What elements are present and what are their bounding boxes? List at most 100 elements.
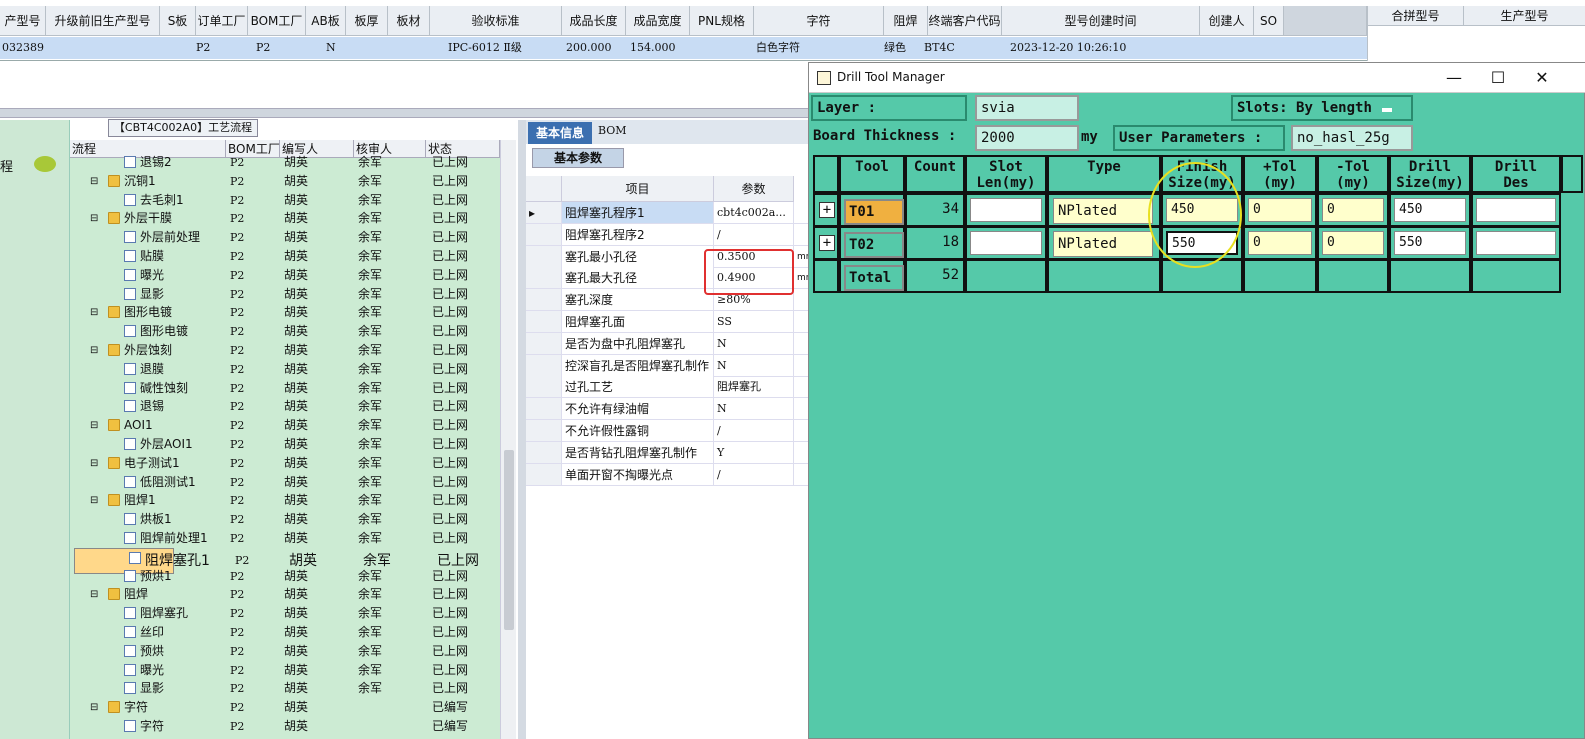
layer-input[interactable]: svia (975, 95, 1079, 121)
tree-row[interactable]: 曝光 P2 胡英 余军 已上网 (70, 266, 500, 285)
drill-size-input[interactable]: 450 (1394, 198, 1466, 222)
tree-row[interactable]: ⊟ AOI1 P2 胡英 余军 已上网 (70, 416, 500, 435)
expander-icon[interactable]: ⊟ (90, 698, 98, 717)
tree-row[interactable]: 外层前处理 P2 胡英 余军 已上网 (70, 228, 500, 247)
drill-table-header[interactable]: Tool (839, 155, 905, 193)
tree-row[interactable]: 去毛刺1 P2 胡英 余军 已上网 (70, 191, 500, 210)
drill-table-header[interactable]: -Tol (my) (1317, 155, 1389, 193)
grid-header[interactable]: 验收标准 (430, 6, 562, 36)
tab-bom[interactable]: BOM (598, 124, 627, 137)
dropdown-icon[interactable] (1382, 108, 1393, 112)
tree-row[interactable]: 显影 P2 胡英 余军 已上网 (70, 285, 500, 304)
drill-des-input[interactable] (1476, 198, 1556, 222)
minimize-icon[interactable]: — (1439, 67, 1469, 89)
grid-header[interactable]: BOM工厂 (248, 6, 306, 36)
tree-row[interactable]: 预烘 P2 胡英 余军 已上网 (70, 642, 500, 661)
param-header-item[interactable]: 项目 (562, 176, 714, 202)
slots-select[interactable]: By length (1296, 100, 1372, 116)
param-value[interactable]: / (714, 223, 794, 246)
user-params-input[interactable]: no_hasl_25g (1291, 125, 1413, 151)
grid-header[interactable]: 成品宽度 (626, 6, 690, 36)
tool-cell[interactable]: T01 (839, 193, 905, 227)
drill-table-header[interactable]: Drill Des (1471, 155, 1561, 193)
expand-plus-icon[interactable]: + (819, 202, 835, 218)
drill-des-input[interactable] (1476, 231, 1556, 255)
param-value[interactable]: cbt4c002a... (714, 202, 794, 224)
tree-row[interactable]: 退膜 P2 胡英 余军 已上网 (70, 360, 500, 379)
tool-button[interactable]: T02 (844, 232, 904, 258)
merge-grid-header[interactable]: 合拼型号 (1368, 6, 1464, 26)
drill-table-header[interactable]: Slot Len(my) (965, 155, 1047, 193)
expander-icon[interactable]: ⊟ (90, 303, 98, 322)
param-value[interactable]: 阻焊塞孔 (714, 376, 794, 399)
tree-row[interactable]: 阻焊前处理1 P2 胡英 余军 已上网 (70, 529, 500, 548)
grid-header[interactable]: 创建人 (1200, 6, 1254, 36)
tree-row[interactable]: 退锡2 P2 胡英 余军 已上网 (70, 153, 500, 172)
expander-icon[interactable]: ⊟ (90, 585, 98, 604)
param-row[interactable]: 单面开窗不掏曝光点 / (526, 463, 808, 486)
grid-header[interactable]: 板材 (388, 6, 430, 36)
grid-header[interactable]: 板厚 (346, 6, 388, 36)
param-value[interactable]: / (714, 420, 794, 442)
minus-tol-input[interactable]: 0 (1322, 198, 1384, 222)
plus-tol-input[interactable]: 0 (1248, 231, 1312, 255)
param-row[interactable]: ▸ 阻焊塞孔程序1 cbt4c002a... (526, 202, 808, 224)
maximize-icon[interactable]: ☐ (1483, 67, 1513, 89)
tree-row[interactable]: 碱性蚀刻 P2 胡英 余军 已上网 (70, 379, 500, 398)
param-row[interactable]: 过孔工艺 阻焊塞孔 (526, 376, 808, 399)
grid-header[interactable]: 字符 (754, 6, 884, 36)
expander-icon[interactable]: ⊟ (90, 416, 98, 435)
vertical-splitter[interactable] (518, 120, 526, 739)
param-value[interactable]: SS (714, 311, 794, 333)
plus-tol-input[interactable]: 0 (1248, 198, 1312, 222)
drill-table-header[interactable]: Count (905, 155, 965, 193)
tree-row[interactable]: ⊟ 字符 P2 胡英 已编写 (70, 698, 500, 717)
grid-header[interactable]: PNL规格 (690, 6, 754, 36)
tree-row[interactable]: 贴膜 P2 胡英 余军 已上网 (70, 247, 500, 266)
tree-scrollbar[interactable] (500, 140, 516, 739)
tree-row[interactable]: ⊟ 沉铜1 P2 胡英 余军 已上网 (70, 172, 500, 191)
param-value[interactable]: N (714, 354, 794, 377)
tree-row[interactable]: 退锡 P2 胡英 余军 已上网 (70, 397, 500, 416)
tree-row[interactable]: 丝印 P2 胡英 余军 已上网 (70, 623, 500, 642)
param-header-value[interactable]: 参数 (714, 176, 794, 202)
param-row[interactable]: 是否背钻孔阻焊塞孔制作 Y (526, 441, 808, 464)
tree-row[interactable]: ⊟ 外层干膜 P2 胡英 余军 已上网 (70, 209, 500, 228)
param-row[interactable]: 不允许有绿油帽 N (526, 398, 808, 421)
slot-len-input[interactable] (970, 198, 1042, 222)
expander-icon[interactable]: ⊟ (90, 172, 98, 191)
merge-grid-header[interactable]: 生产型号 (1464, 6, 1585, 26)
grid-header[interactable]: 终端客户代码 (928, 6, 1002, 36)
drill-table-header[interactable]: Type (1047, 155, 1161, 193)
tree-row[interactable]: 阻焊塞孔 P2 胡英 余军 已上网 (70, 604, 500, 623)
tree-row[interactable]: ⊟ 阻焊1 P2 胡英 余军 已上网 (70, 491, 500, 510)
grid-header[interactable]: 订单工厂 (196, 6, 248, 36)
param-row[interactable]: 是否为盘中孔阻焊塞孔 N (526, 332, 808, 355)
close-icon[interactable]: ✕ (1527, 67, 1557, 89)
tree-row[interactable]: 图形电镀 P2 胡英 余军 已上网 (70, 322, 500, 341)
tree-row[interactable]: ⊟ 外层蚀刻 P2 胡英 余军 已上网 (70, 341, 500, 360)
tab-basic-params[interactable]: 基本参数 (532, 148, 624, 168)
tree-row[interactable]: ⊟ 图形电镀 P2 胡英 余军 已上网 (70, 303, 500, 322)
grid-header[interactable]: AB板 (306, 6, 346, 36)
drill-table-header[interactable] (813, 155, 839, 193)
tree-row[interactable]: 预烘1 P2 胡英 余军 已上网 (70, 567, 500, 586)
thickness-input[interactable]: 2000 (975, 125, 1079, 151)
type-select[interactable]: NPlated (1053, 231, 1153, 257)
drill-table-header[interactable]: Drill Size(my) (1389, 155, 1471, 193)
grid-header[interactable]: 升级前旧生产型号 (46, 6, 160, 36)
expand-tool-cell[interactable]: + (813, 226, 839, 260)
param-value[interactable]: Y (714, 441, 794, 464)
param-row[interactable]: 不允许假性露铜 / (526, 420, 808, 442)
grid-header[interactable]: 阻焊 (884, 6, 928, 36)
scroll-thumb[interactable] (504, 450, 514, 630)
drill-size-input[interactable]: 550 (1394, 231, 1466, 255)
tree-row[interactable]: ⊟ 阻焊 P2 胡英 余军 已上网 (70, 585, 500, 604)
param-value[interactable]: N (714, 332, 794, 355)
grid-header[interactable]: S板 (160, 6, 196, 36)
slot-len-input[interactable] (970, 231, 1042, 255)
grid-row[interactable]: 032389 P2 P2 N IPC-6012 Ⅱ级 200.000 154.000 白色字符… (0, 37, 1367, 59)
tree-row[interactable]: 低阻测试1 P2 胡英 余军 已上网 (70, 473, 500, 492)
expander-icon[interactable]: ⊟ (90, 341, 98, 360)
param-row[interactable]: 控深盲孔是否阻焊塞孔制作 N (526, 354, 808, 377)
